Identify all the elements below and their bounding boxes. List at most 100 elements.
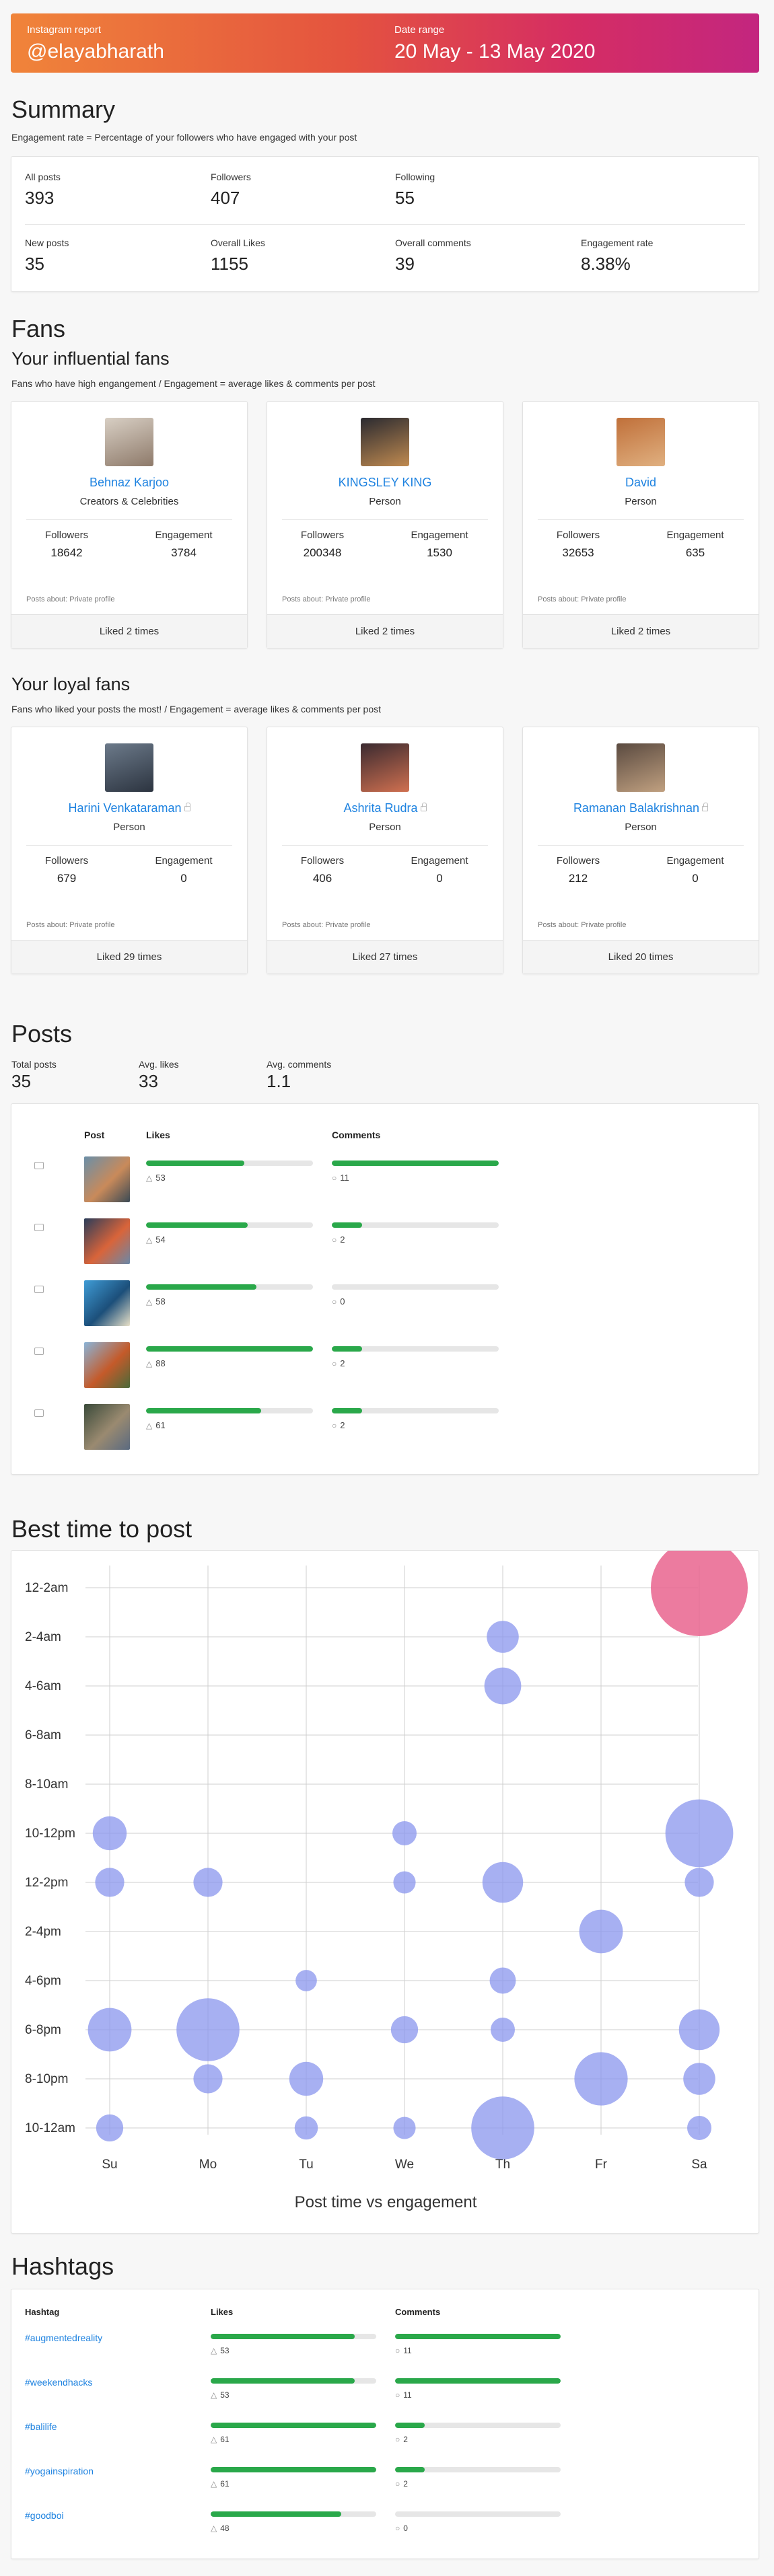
fan-followers: Followers 212 (556, 855, 600, 885)
fan-category: Creators & Celebrities (79, 496, 179, 507)
likes-count: △ 54 (146, 1235, 166, 1245)
y-tick-label: 10-12pm (25, 1827, 75, 1841)
avatar[interactable] (361, 743, 409, 792)
hashtag-link[interactable]: #augmentedreality (25, 2332, 102, 2343)
comments-bar (332, 1161, 499, 1166)
fan-about: Posts about: Private profile (282, 595, 371, 603)
y-tick-label: 12-2pm (25, 1876, 68, 1890)
y-tick-label: 4-6am (25, 1679, 61, 1693)
bubble (390, 2016, 419, 2044)
bubble (684, 1868, 714, 1897)
fan-card: Harini Venkataraman Person Followers 679 Eng… (11, 727, 248, 974)
fan-liked-count: Liked 2 times (11, 614, 247, 648)
hashtags-header-tag: Hashtag (25, 2307, 60, 2317)
avatar[interactable] (361, 418, 409, 466)
fan-about: Posts about: Private profile (282, 921, 371, 929)
bubble (579, 1909, 623, 1954)
y-tick-label: 2-4pm (25, 1925, 61, 1939)
avatar[interactable] (617, 418, 665, 466)
stat-overall-likes: Overall Likes 1155 (211, 237, 265, 274)
fan-divider (282, 519, 488, 520)
likes-count: △ 61 (211, 2435, 230, 2444)
fan-name-link[interactable]: Behnaz Karjoo (11, 476, 247, 490)
comments-bar (332, 1222, 499, 1228)
date-range-label: Date range (394, 24, 445, 36)
fan-about: Posts about: Private profile (26, 921, 115, 929)
fan-category: Person (369, 821, 401, 833)
table-row[interactable]: △ 58 ○ 0 (11, 1280, 760, 1334)
bubble (176, 1998, 240, 2061)
summary-title: Summary (11, 96, 116, 123)
hashtag-link[interactable]: #weekendhacks (25, 2377, 92, 2388)
post-thumbnail[interactable] (84, 1404, 130, 1450)
thumbs-up-icon: △ (211, 2346, 217, 2355)
bubble (392, 1821, 417, 1845)
table-row[interactable]: △ 88 ○ 2 (11, 1342, 760, 1396)
likes-bar (211, 2511, 376, 2517)
fan-name-link[interactable]: David (523, 476, 759, 490)
carousel-icon (34, 1286, 44, 1293)
fan-engagement: Engagement 635 (666, 529, 724, 559)
hashtag-link[interactable]: #yogainspiration (25, 2466, 94, 2476)
table-row[interactable]: △ 54 ○ 2 (11, 1218, 760, 1272)
report-header: Instagram report @elayabharath Date rang… (11, 13, 759, 73)
y-tick-label: 8-10pm (25, 2072, 68, 2086)
likes-bar (146, 1161, 313, 1166)
fan-name-link[interactable]: Harini Venkataraman (11, 801, 247, 815)
likes-count: △ 61 (211, 2479, 230, 2489)
comments-bar (395, 2423, 561, 2428)
table-row: #balilife △ 61 ○ 2 (11, 2420, 760, 2458)
hashtags-header-likes: Likes (211, 2307, 234, 2317)
avatar[interactable] (105, 743, 153, 792)
fan-card: KINGSLEY KING Person Followers 200348 Engage… (267, 401, 503, 649)
fan-liked-count: Liked 27 times (267, 940, 503, 973)
image-icon (34, 1348, 44, 1355)
likes-count: △ 48 (211, 2524, 230, 2533)
hashtag-link[interactable]: #balilife (25, 2421, 57, 2432)
table-row: #weekendhacks △ 53 ○ 11 (11, 2376, 760, 2413)
bubble (687, 2116, 711, 2140)
post-thumbnail[interactable] (84, 1280, 130, 1326)
hashtags-title: Hashtags (11, 2252, 114, 2280)
thumbs-up-icon: △ (211, 2479, 217, 2489)
posts-stat-avg-comments: Avg. comments 1.1 (267, 1059, 332, 1091)
y-tick-label: 4-6pm (25, 1974, 61, 1988)
fan-about: Posts about: Private profile (538, 921, 627, 929)
fan-name-link[interactable]: Ashrita Rudra (267, 801, 503, 815)
y-tick-label: 8-10am (25, 1777, 68, 1792)
loyal-fans-note: Fans who liked your posts the most! / En… (11, 704, 381, 714)
comments-bar (395, 2334, 561, 2339)
influential-fans-note: Fans who have high engangement / Engagem… (11, 378, 376, 389)
fan-name-link[interactable]: KINGSLEY KING (267, 476, 503, 490)
image-icon (34, 1409, 44, 1417)
bubble (193, 2064, 223, 2094)
posts-table: Post Likes Comments △ 53 ○ 11 △ 54 ○ 2 △ 58 ○ 0 △ 88 ○… (11, 1103, 759, 1475)
comment-icon: ○ (395, 2479, 400, 2489)
fan-followers: Followers 679 (44, 855, 89, 885)
fan-name-link[interactable]: Ramanan Balakrishnan (523, 801, 759, 815)
fan-divider (538, 519, 744, 520)
likes-bar (211, 2378, 376, 2384)
hashtag-link[interactable]: #goodboi (25, 2510, 64, 2521)
comment-icon: ○ (395, 2390, 400, 2400)
comment-icon: ○ (395, 2524, 400, 2533)
avatar[interactable] (105, 418, 153, 466)
y-tick-label: 12-2am (25, 1581, 68, 1595)
chart-title: Post time vs engagement (295, 2193, 477, 2211)
bubble (665, 1799, 734, 1868)
avatar[interactable] (617, 743, 665, 792)
table-row[interactable]: △ 61 ○ 2 (11, 1404, 760, 1458)
table-row: #goodboi △ 48 ○ 0 (11, 2509, 760, 2546)
likes-count: △ 88 (146, 1358, 166, 1368)
fan-divider (282, 845, 488, 846)
table-row[interactable]: △ 53 ○ 11 (11, 1156, 760, 1210)
x-tick-label: Tu (299, 2158, 313, 2172)
post-thumbnail[interactable] (84, 1156, 130, 1202)
comments-count: ○ 0 (395, 2524, 408, 2533)
fan-divider (26, 519, 232, 520)
post-thumbnail[interactable] (84, 1218, 130, 1264)
best-time-chart-card: 12-2am 2-4am 4-6am 6-8am 8-10am 10-12pm 12-2pm… (11, 1539, 759, 2234)
best-time-bubble-chart: 12-2am 2-4am 4-6am 6-8am 8-10am 10-12pm 12-2pm… (25, 1539, 748, 2211)
post-thumbnail[interactable] (84, 1342, 130, 1388)
bubble (574, 2052, 628, 2106)
